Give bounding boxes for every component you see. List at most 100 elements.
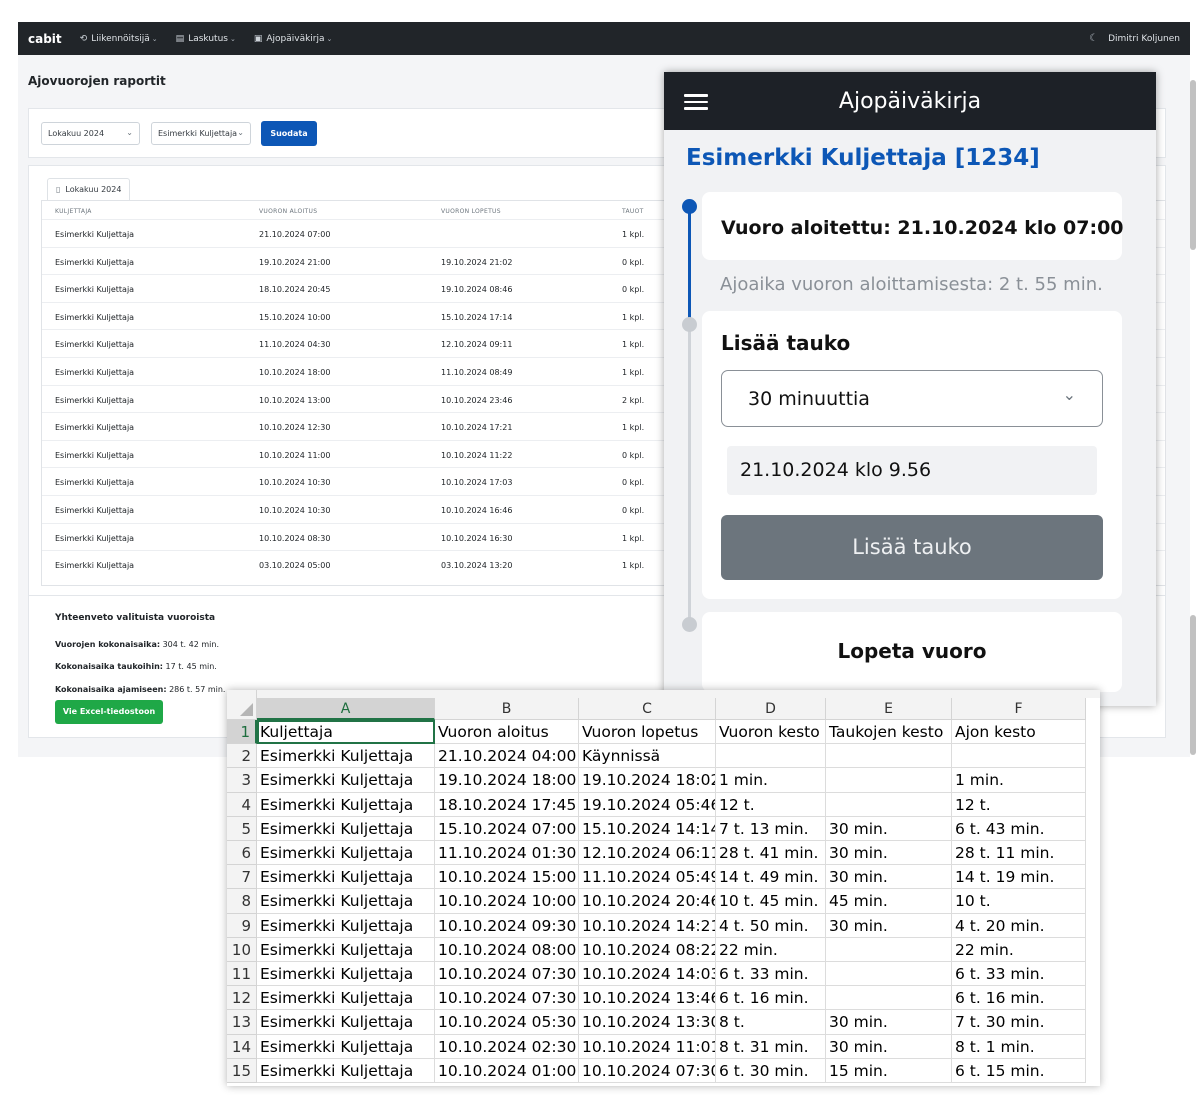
- sheet-cell[interactable]: Taukojen kesto: [826, 720, 952, 745]
- sheet-cell[interactable]: Ajon kesto: [952, 720, 1086, 745]
- sheet-cell[interactable]: [826, 792, 952, 817]
- sheet-cell[interactable]: [826, 768, 952, 793]
- column-header-e[interactable]: E: [826, 698, 952, 720]
- sheet-cell[interactable]: 28 t. 41 min.: [716, 841, 826, 866]
- row-header[interactable]: 2: [227, 744, 257, 769]
- sheet-cell[interactable]: 15.10.2024 14:14: [579, 816, 716, 841]
- end-shift-card[interactable]: Lopeta vuoro: [702, 612, 1122, 692]
- sheet-cell[interactable]: Vuoron aloitus: [435, 720, 579, 745]
- sheet-cell[interactable]: Kuljettaja: [257, 720, 435, 745]
- column-header-f[interactable]: F: [952, 698, 1086, 720]
- sheet-cell[interactable]: [826, 962, 952, 987]
- sheet-cell[interactable]: [826, 986, 952, 1011]
- sheet-cell[interactable]: 10.10.2024 09:30: [435, 913, 579, 938]
- sheet-cell[interactable]: Käynnissä: [579, 744, 716, 769]
- column-header-a[interactable]: A: [257, 698, 435, 720]
- sheet-cell[interactable]: [716, 744, 826, 769]
- column-header-driver[interactable]: KULJETTAJA: [55, 208, 92, 215]
- filter-button[interactable]: Suodata: [261, 121, 317, 146]
- sheet-cell[interactable]: 11.10.2024 05:49: [579, 865, 716, 890]
- driver-select[interactable]: Esimerkki Kuljettaja ⌄: [151, 122, 251, 145]
- sheet-cell[interactable]: 22 min.: [716, 937, 826, 962]
- sheet-cell[interactable]: 10.10.2024 05:30: [435, 1010, 579, 1035]
- sheet-cell[interactable]: Esimerkki Kuljettaja: [257, 937, 435, 962]
- sheet-cell[interactable]: 30 min.: [826, 1010, 952, 1035]
- sheet-cell[interactable]: 10 t. 45 min.: [716, 889, 826, 914]
- sheet-cell[interactable]: 10.10.2024 10:00: [435, 889, 579, 914]
- sheet-cell[interactable]: 19.10.2024 05:46: [579, 792, 716, 817]
- sheet-cell[interactable]: 10.10.2024 01:00: [435, 1058, 579, 1083]
- sheet-cell[interactable]: Esimerkki Kuljettaja: [257, 986, 435, 1011]
- column-header-end[interactable]: VUORON LOPETUS: [441, 208, 501, 215]
- break-datetime-field[interactable]: 21.10.2024 klo 9.56: [727, 446, 1097, 495]
- add-break-button[interactable]: Lisää tauko: [721, 515, 1103, 580]
- sheet-cell[interactable]: 4 t. 50 min.: [716, 913, 826, 938]
- sheet-cell[interactable]: Esimerkki Kuljettaja: [257, 962, 435, 987]
- row-header[interactable]: 10: [227, 937, 257, 962]
- sheet-cell[interactable]: Esimerkki Kuljettaja: [257, 1010, 435, 1035]
- sheet-cell[interactable]: 10.10.2024 14:21: [579, 913, 716, 938]
- sheet-cell[interactable]: Esimerkki Kuljettaja: [257, 792, 435, 817]
- row-header[interactable]: 8: [227, 889, 257, 914]
- sheet-cell[interactable]: 8 t. 31 min.: [716, 1034, 826, 1059]
- sheet-cell[interactable]: Vuoron lopetus: [579, 720, 716, 745]
- select-all-corner[interactable]: [227, 690, 257, 720]
- row-header[interactable]: 12: [227, 986, 257, 1011]
- sheet-cell[interactable]: 10.10.2024 15:00: [435, 865, 579, 890]
- sheet-cell[interactable]: Vuoron kesto: [716, 720, 826, 745]
- nav-item-ajopaivakirja[interactable]: ▣ Ajopäiväkirja ⌄: [254, 34, 333, 44]
- sheet-cell[interactable]: Esimerkki Kuljettaja: [257, 889, 435, 914]
- sheet-cell[interactable]: 10.10.2024 07:30: [579, 1058, 716, 1083]
- sheet-cell[interactable]: Esimerkki Kuljettaja: [257, 768, 435, 793]
- row-header[interactable]: 4: [227, 792, 257, 817]
- page-scrollbar-lower[interactable]: [1190, 615, 1196, 755]
- sheet-cell[interactable]: 45 min.: [826, 889, 952, 914]
- user-menu[interactable]: Dimitri Koljunen: [1108, 34, 1180, 44]
- sheet-cell[interactable]: 28 t. 11 min.: [952, 841, 1086, 866]
- sheet-cell[interactable]: 10.10.2024 14:03: [579, 962, 716, 987]
- end-shift-button[interactable]: Lopeta vuoro: [702, 639, 1122, 663]
- column-header-start[interactable]: VUORON ALOITUS: [259, 208, 317, 215]
- sheet-cell[interactable]: 12 t.: [952, 792, 1086, 817]
- sheet-cell[interactable]: 1 min.: [716, 768, 826, 793]
- row-header[interactable]: 7: [227, 865, 257, 890]
- column-header-c[interactable]: C: [579, 698, 716, 720]
- sheet-cell[interactable]: 10.10.2024 07:30: [435, 986, 579, 1011]
- sheet-cell[interactable]: 6 t. 15 min.: [952, 1058, 1086, 1083]
- sheet-cell[interactable]: 7 t. 30 min.: [952, 1010, 1086, 1035]
- sheet-cell[interactable]: 18.10.2024 17:45: [435, 792, 579, 817]
- sheet-cell[interactable]: 14 t. 49 min.: [716, 865, 826, 890]
- nav-item-laskutus[interactable]: ▤ Laskutus ⌄: [176, 34, 236, 44]
- nav-item-liikennoitsija[interactable]: ⟲ Liikennöitsijä ⌄: [80, 34, 158, 44]
- sheet-cell[interactable]: 8 t.: [716, 1010, 826, 1035]
- row-header[interactable]: 13: [227, 1010, 257, 1035]
- sheet-cell[interactable]: 10.10.2024 11:01: [579, 1034, 716, 1059]
- sheet-cell[interactable]: 6 t. 33 min.: [716, 962, 826, 987]
- sheet-cell[interactable]: 30 min.: [826, 865, 952, 890]
- sheet-cell[interactable]: Esimerkki Kuljettaja: [257, 913, 435, 938]
- sheet-cell[interactable]: 21.10.2024 04:00: [435, 744, 579, 769]
- row-header[interactable]: 11: [227, 962, 257, 987]
- sheet-cell[interactable]: 10 t.: [952, 889, 1086, 914]
- sheet-cell[interactable]: 30 min.: [826, 1034, 952, 1059]
- page-scrollbar[interactable]: [1190, 80, 1196, 250]
- row-header[interactable]: 15: [227, 1058, 257, 1083]
- month-select[interactable]: Lokakuu 2024 ⌄: [41, 122, 140, 145]
- row-header[interactable]: 1: [227, 720, 257, 745]
- sheet-cell[interactable]: 12.10.2024 06:11: [579, 841, 716, 866]
- sheet-cell[interactable]: 10.10.2024 07:30: [435, 962, 579, 987]
- sheet-cell[interactable]: 4 t. 20 min.: [952, 913, 1086, 938]
- sheet-cell[interactable]: 10.10.2024 13:46: [579, 986, 716, 1011]
- sheet-cell[interactable]: Esimerkki Kuljettaja: [257, 865, 435, 890]
- sheet-cell[interactable]: 30 min.: [826, 841, 952, 866]
- sheet-cell[interactable]: 8 t. 1 min.: [952, 1034, 1086, 1059]
- dark-mode-moon-icon[interactable]: ☾: [1089, 33, 1098, 44]
- sheet-cell[interactable]: 6 t. 43 min.: [952, 816, 1086, 841]
- sheet-cell[interactable]: 11.10.2024 01:30: [435, 841, 579, 866]
- column-header-d[interactable]: D: [716, 698, 826, 720]
- row-header[interactable]: 6: [227, 841, 257, 866]
- column-header-b[interactable]: B: [435, 698, 579, 720]
- sheet-cell[interactable]: Esimerkki Kuljettaja: [257, 1058, 435, 1083]
- sheet-cell[interactable]: 12 t.: [716, 792, 826, 817]
- sheet-cell[interactable]: 19.10.2024 18:00: [435, 768, 579, 793]
